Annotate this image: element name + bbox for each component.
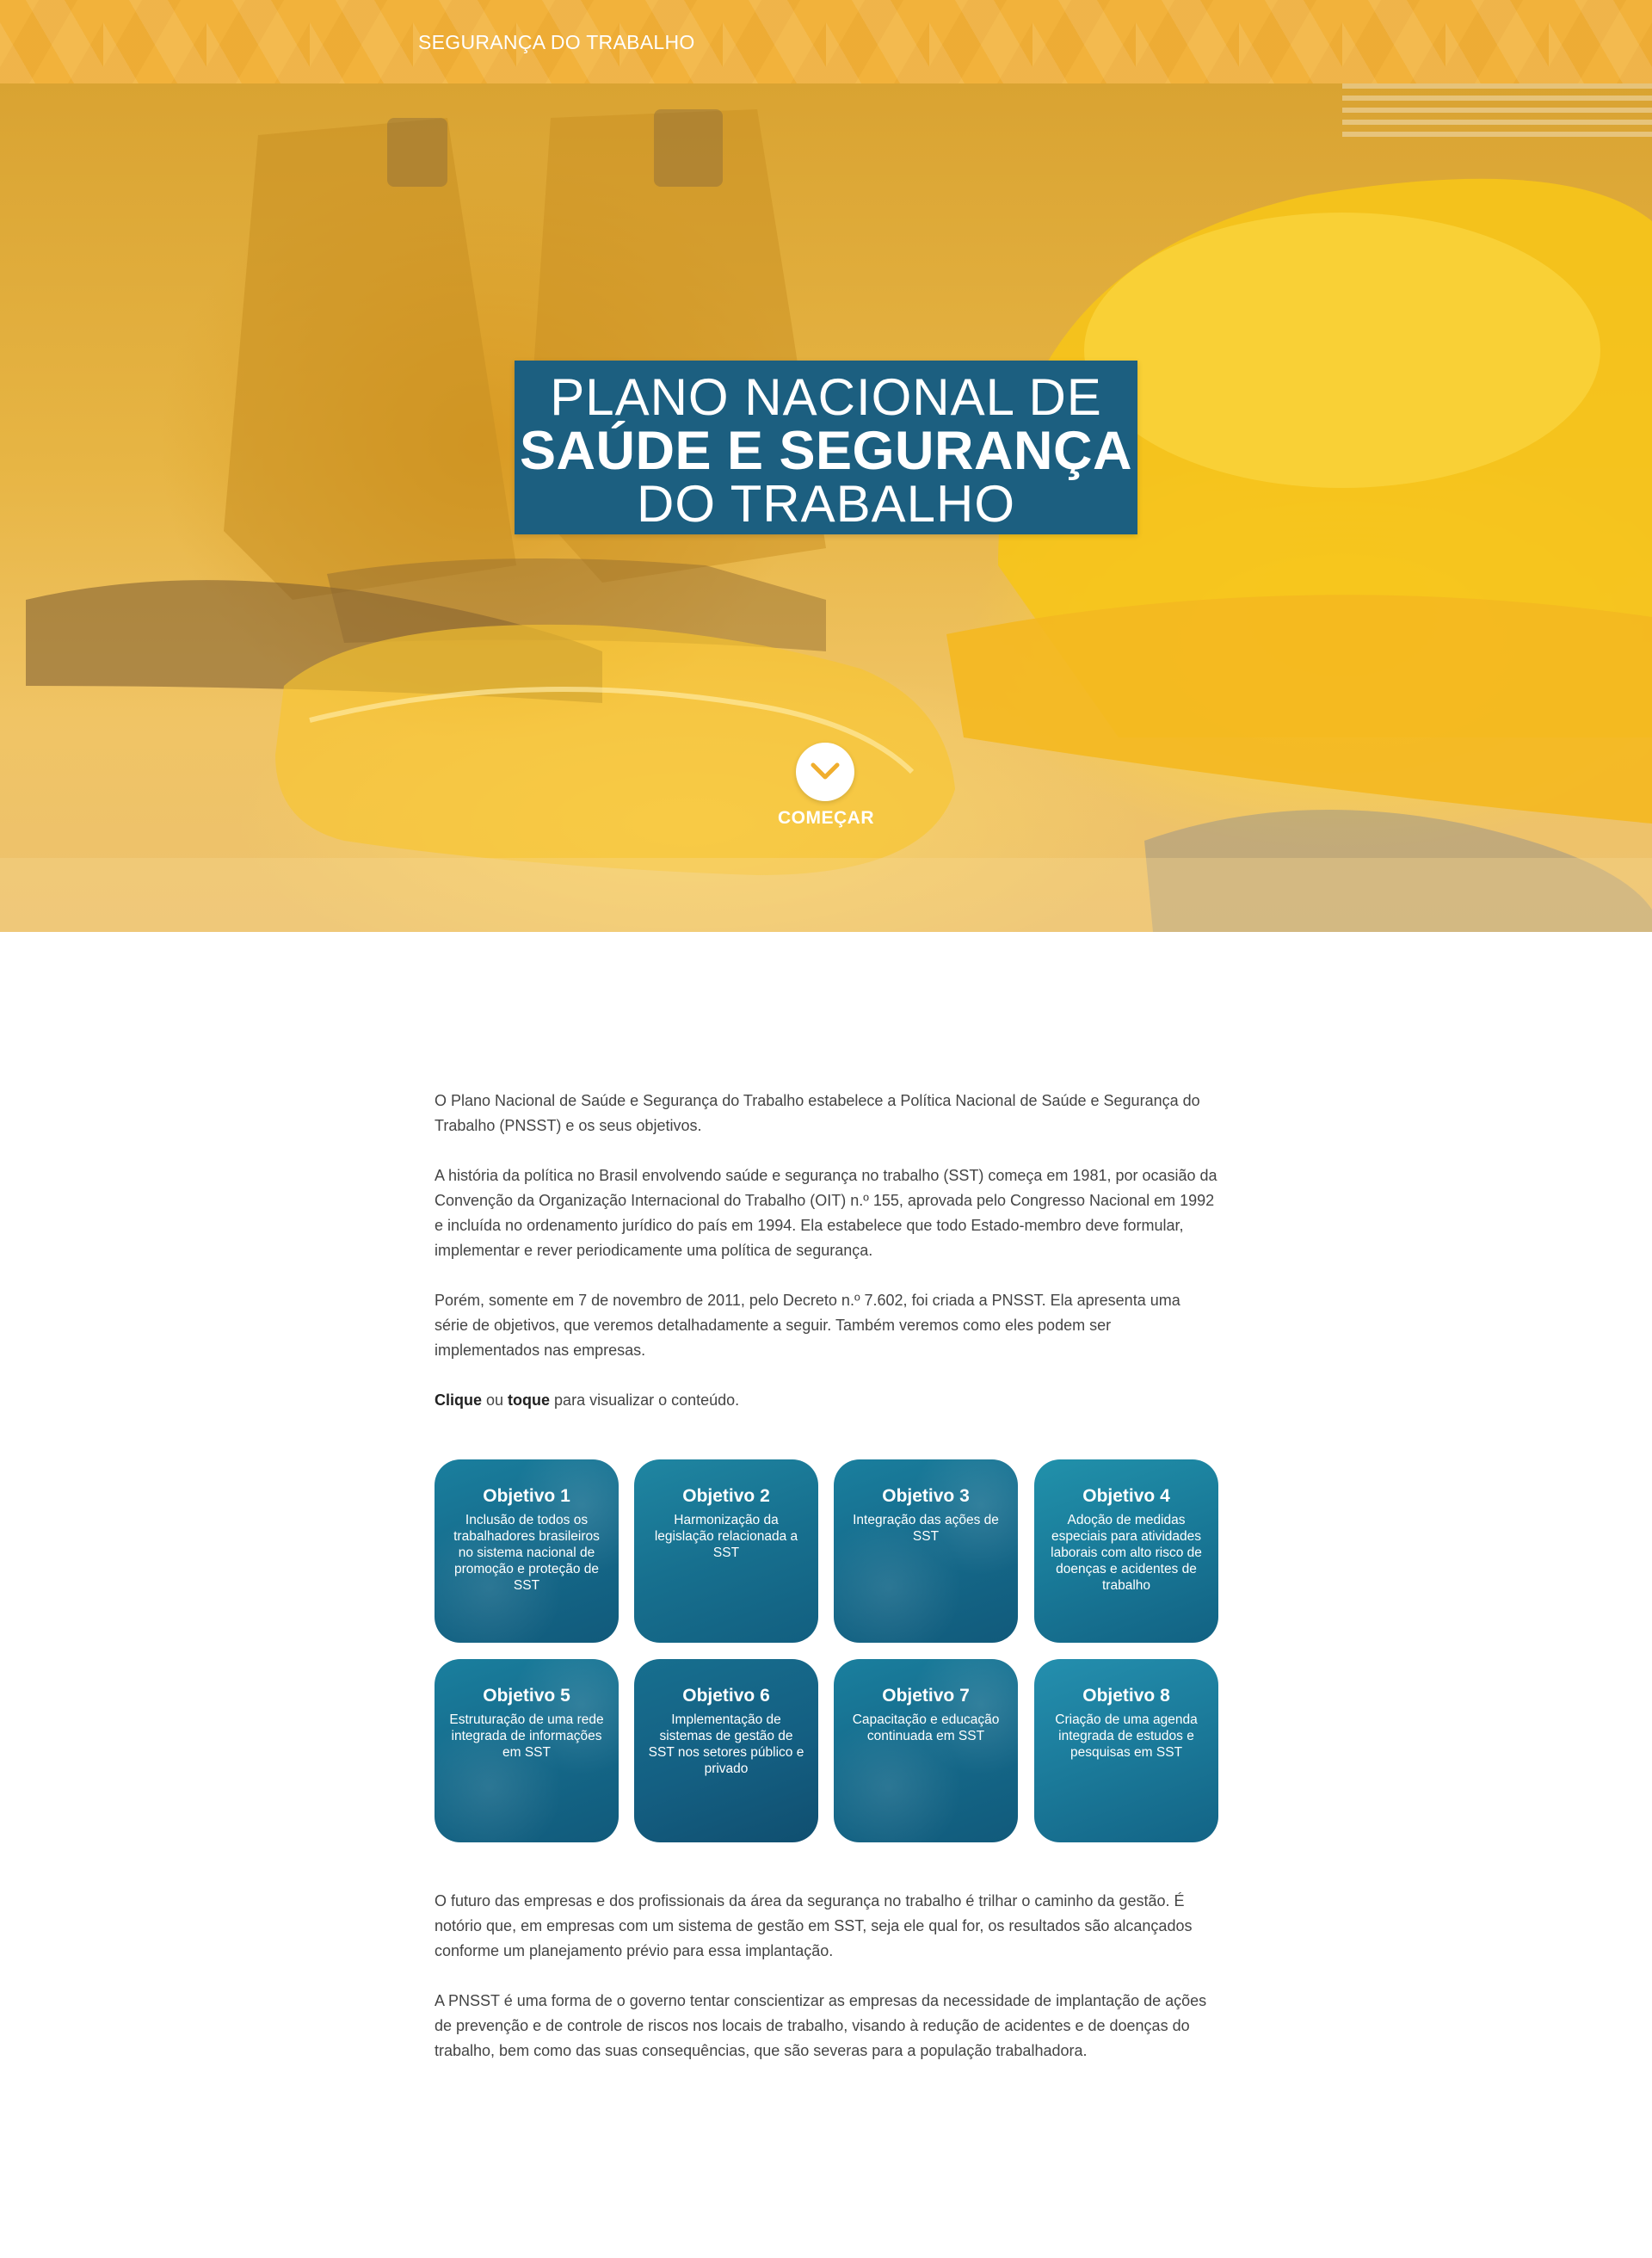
hint-or: ou: [482, 1391, 509, 1409]
objective-card-8[interactable]: Objetivo 8 Criação de uma agenda integra…: [1034, 1659, 1218, 1842]
objective-desc: Estruturação de uma rede integrada de in…: [449, 1712, 604, 1760]
objective-title: Objetivo 7: [882, 1686, 970, 1706]
hint-click: Clique: [435, 1391, 483, 1409]
hint-touch: toque: [508, 1391, 551, 1409]
objective-desc: Criação de uma agenda integrada de estud…: [1055, 1712, 1198, 1760]
start-label[interactable]: COMEÇAR: [740, 808, 912, 829]
intro-section: O Plano Nacional de Saúde e Segurança do…: [435, 1089, 1217, 1438]
objective-title: Objetivo 3: [882, 1486, 970, 1506]
start-button[interactable]: [796, 743, 854, 801]
objective-title: Objetivo 4: [1082, 1486, 1170, 1506]
objective-desc: Implementação de sistemas de gestão de S…: [648, 1712, 804, 1776]
objective-title: Objetivo 6: [682, 1686, 770, 1706]
objective-desc: Adoção de medidas especiais para ativida…: [1051, 1513, 1202, 1593]
objective-desc: Integração das ações de SST: [853, 1513, 999, 1544]
chevron-down-icon: [811, 762, 840, 780]
outro-section: O futuro das empresas e dos profissionai…: [435, 1889, 1217, 2088]
intro-paragraph-2: A história da política no Brasil envolve…: [435, 1167, 1217, 1259]
hero-title-line-2: SAÚDE E SEGURANÇA: [519, 421, 1133, 481]
objective-title: Objetivo 8: [1082, 1686, 1170, 1706]
objective-card-6[interactable]: Objetivo 6 Implementação de sistemas de …: [634, 1659, 818, 1842]
top-bar: SEGURANÇA DO TRABALHO: [0, 0, 1652, 83]
objective-card-5[interactable]: Objetivo 5 Estruturação de uma rede inte…: [435, 1659, 619, 1842]
objective-desc: Inclusão de todos os trabalhadores brasi…: [453, 1513, 600, 1593]
objective-card-4[interactable]: Objetivo 4 Adoção de medidas especiais p…: [1034, 1459, 1218, 1643]
intro-paragraph-1: O Plano Nacional de Saúde e Segurança do…: [435, 1092, 1200, 1134]
intro-paragraph-3: Porém, somente em 7 de novembro de 2011,…: [435, 1292, 1180, 1359]
hero-title-line-3: DO TRABALHO: [637, 475, 1015, 533]
hero-title-box: PLANO NACIONAL DE SAÚDE E SEGURANÇA DO T…: [515, 361, 1137, 534]
objective-title: Objetivo 1: [483, 1486, 570, 1506]
objective-desc: Harmonização da legislação relacionada a…: [654, 1513, 798, 1560]
objective-card-2[interactable]: Objetivo 2 Harmonização da legislação re…: [634, 1459, 818, 1643]
hero-banner: PLANO NACIONAL DE SAÚDE E SEGURANÇA DO T…: [0, 83, 1652, 932]
outro-paragraph-2: A PNSST é uma forma de o governo tentar …: [435, 1992, 1207, 2059]
objective-title: Objetivo 2: [682, 1486, 770, 1506]
hint-rest: para visualizar o conteúdo.: [550, 1391, 740, 1409]
objective-card-3[interactable]: Objetivo 3 Integração das ações de SST: [834, 1459, 1018, 1643]
outro-paragraph-1: O futuro das empresas e dos profissionai…: [435, 1892, 1193, 1959]
objective-card-7[interactable]: Objetivo 7 Capacitação e educação contin…: [834, 1659, 1018, 1842]
objective-card-1[interactable]: Objetivo 1 Inclusão de todos os trabalha…: [435, 1459, 619, 1643]
interaction-hint: Clique ou toque para visualizar o conteú…: [435, 1388, 1217, 1413]
course-title: SEGURANÇA DO TRABALHO: [418, 31, 695, 53]
hero-title-line-1: PLANO NACIONAL DE: [550, 368, 1102, 426]
objective-desc: Capacitação e educação continuada em SST: [852, 1712, 1000, 1743]
objectives-grid: Objetivo 1 Inclusão de todos os trabalha…: [435, 1459, 1218, 1842]
objective-title: Objetivo 5: [483, 1686, 570, 1706]
